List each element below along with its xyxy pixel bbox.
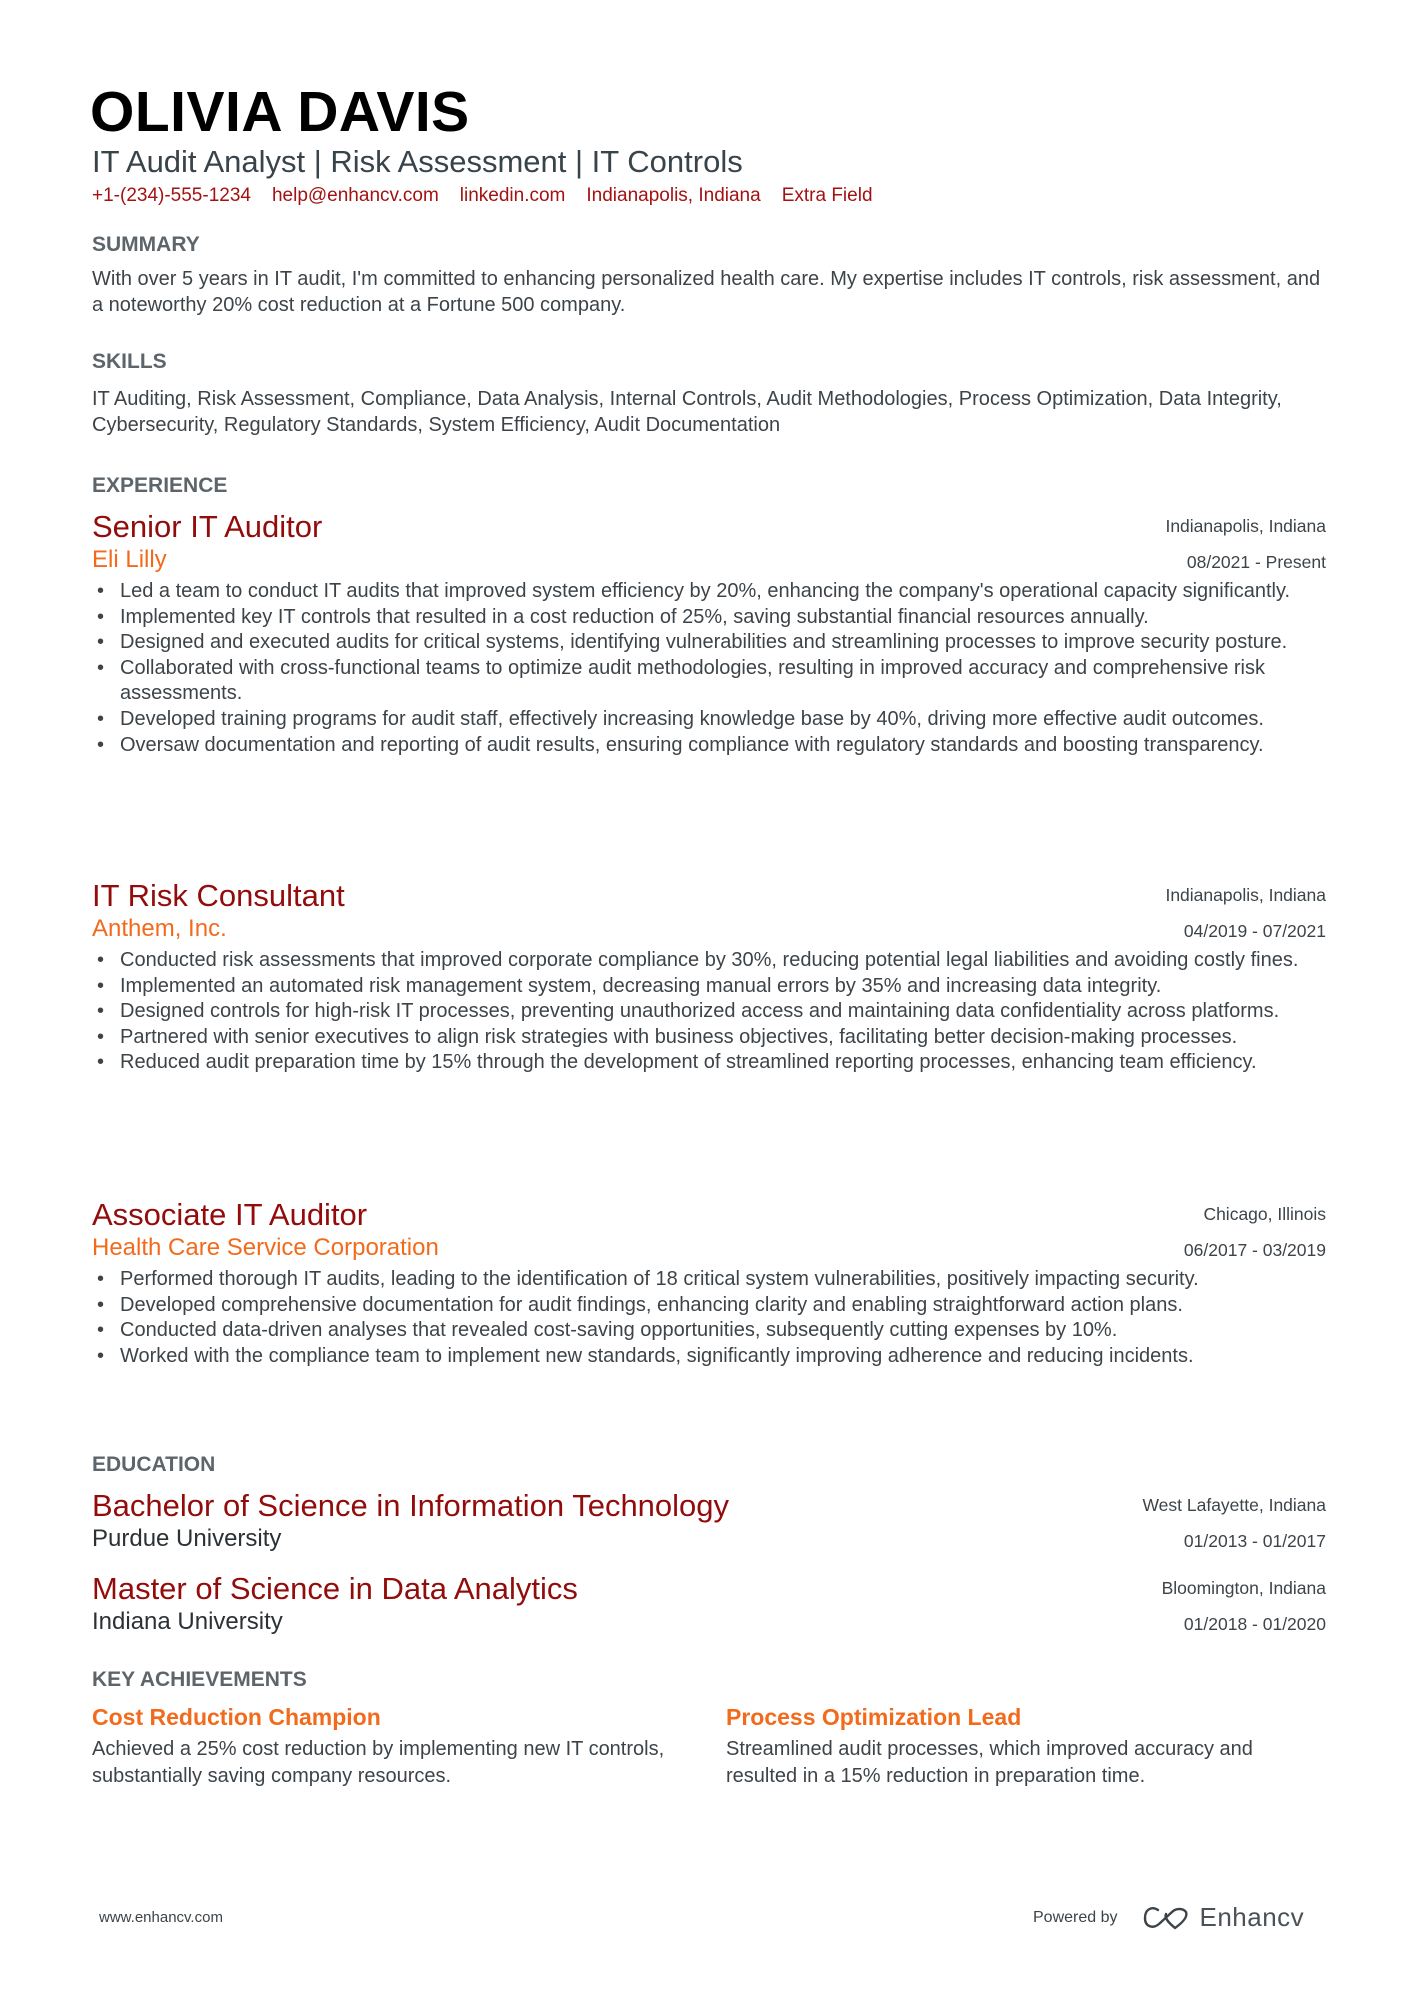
education-entry: Bachelor of Science in Information Techn… [92, 1488, 1326, 1554]
education-entry: Master of Science in Data Analytics Indi… [92, 1571, 1326, 1637]
skills-text: IT Auditing, Risk Assessment, Compliance… [92, 388, 1282, 436]
job-bullet: Performed thorough IT audits, leading to… [97, 1267, 1335, 1293]
education-location: West Lafayette, Indiana [1142, 1495, 1326, 1515]
achievement-description: Achieved a 25% cost reduction by impleme… [92, 1738, 665, 1787]
job-bullet: Worked with the compliance team to imple… [97, 1344, 1335, 1370]
job-location: Indianapolis, Indiana [1165, 885, 1326, 905]
job-company: Anthem, Inc. [92, 915, 227, 942]
achievement-description: Streamlined audit processes, which impro… [726, 1738, 1253, 1787]
powered-by-badge[interactable]: Powered by Enhancv [1033, 1902, 1304, 1933]
job-company: Health Care Service Corporation [92, 1234, 439, 1261]
enhancv-logo-icon [1143, 1906, 1188, 1929]
contact-extra-field: Extra Field [781, 185, 873, 206]
job-bullet: Oversaw documentation and reporting of a… [97, 733, 1335, 759]
degree-title: Bachelor of Science in Information Techn… [92, 1488, 730, 1523]
job-bullets: Conducted risk assessments that improved… [92, 948, 1326, 1076]
school-name: Indiana University [92, 1608, 283, 1635]
job-bullet: Developed training programs for audit st… [97, 707, 1335, 733]
skills-heading: SKILLS [92, 350, 167, 373]
job-location: Indianapolis, Indiana [1165, 516, 1326, 536]
candidate-subtitle: IT Audit Analyst | Risk Assessment | IT … [92, 144, 743, 179]
powered-by-label: Powered by [1033, 1908, 1118, 1926]
contact-phone[interactable]: +1-(234)-555-1234 [92, 184, 251, 208]
job-bullet: Reduced audit preparation time by 15% th… [97, 1050, 1335, 1076]
degree-title: Master of Science in Data Analytics [92, 1571, 578, 1606]
brand: Enhancv [1142, 1902, 1305, 1933]
education-dates: 01/2018 - 01/2020 [1183, 1614, 1326, 1634]
education-dates: 01/2013 - 01/2017 [1183, 1531, 1326, 1551]
job-dates: 04/2019 - 07/2021 [1183, 921, 1326, 941]
achievement-title: Process Optimization Lead [726, 1704, 1022, 1730]
job-bullets: Performed thorough IT audits, leading to… [92, 1267, 1326, 1369]
job-bullet: Conducted data-driven analyses that reve… [97, 1318, 1335, 1344]
job-dates: 06/2017 - 03/2019 [1183, 1240, 1326, 1260]
job-bullet: Collaborated with cross-functional teams… [97, 656, 1335, 707]
job-location: Chicago, Illinois [1203, 1204, 1326, 1224]
contact-bar: +1-(234)-555-1234 help@enhancv.com linke… [92, 184, 873, 208]
job-bullet: Led a team to conduct IT audits that imp… [97, 579, 1335, 605]
job-bullets: Led a team to conduct IT audits that imp… [92, 579, 1326, 758]
contact-linkedin[interactable]: linkedin.com [460, 184, 566, 208]
summary-heading: SUMMARY [92, 233, 200, 256]
achievements-heading: KEY ACHIEVEMENTS [92, 1668, 307, 1691]
school-name: Purdue University [92, 1525, 282, 1552]
experience-entry: IT Risk Consultant Anthem, Inc. Indianap… [92, 878, 1326, 1076]
job-bullet: Developed comprehensive documentation fo… [97, 1293, 1335, 1319]
summary-text: With over 5 years in IT audit, I'm commi… [92, 268, 1321, 316]
contact-location: Indianapolis, Indiana [586, 185, 761, 206]
achievement-item: Process Optimization Lead Streamlined au… [726, 1702, 1326, 1789]
job-bullet: Partnered with senior executives to alig… [97, 1025, 1335, 1051]
job-bullet: Conducted risk assessments that improved… [97, 948, 1335, 974]
experience-entry: Associate IT Auditor Health Care Service… [92, 1197, 1326, 1369]
brand-name: Enhancv [1199, 1902, 1305, 1932]
footer-website-link[interactable]: www.enhancv.com [99, 1909, 223, 1926]
experience-heading: EXPERIENCE [92, 474, 228, 497]
education-location: Bloomington, Indiana [1161, 1578, 1326, 1598]
job-title: Senior IT Auditor [92, 509, 323, 544]
experience-entry: Senior IT Auditor Eli Lilly Indianapolis… [92, 509, 1326, 758]
contact-email[interactable]: help@enhancv.com [272, 184, 439, 208]
job-bullet: Designed controls for high-risk IT proce… [97, 999, 1335, 1025]
job-company: Eli Lilly [92, 546, 167, 573]
achievement-title: Cost Reduction Champion [92, 1704, 381, 1730]
job-title: IT Risk Consultant [92, 878, 345, 913]
job-bullet: Implemented an automated risk management… [97, 974, 1335, 1000]
education-heading: EDUCATION [92, 1453, 216, 1476]
job-title: Associate IT Auditor [92, 1197, 368, 1232]
candidate-name: OLIVIA DAVIS [90, 80, 470, 144]
job-bullet: Designed and executed audits for critica… [97, 630, 1335, 656]
achievement-item: Cost Reduction Champion Achieved a 25% c… [92, 1702, 692, 1789]
job-dates: 08/2021 - Present [1186, 552, 1326, 572]
job-bullet: Implemented key IT controls that resulte… [97, 605, 1335, 631]
